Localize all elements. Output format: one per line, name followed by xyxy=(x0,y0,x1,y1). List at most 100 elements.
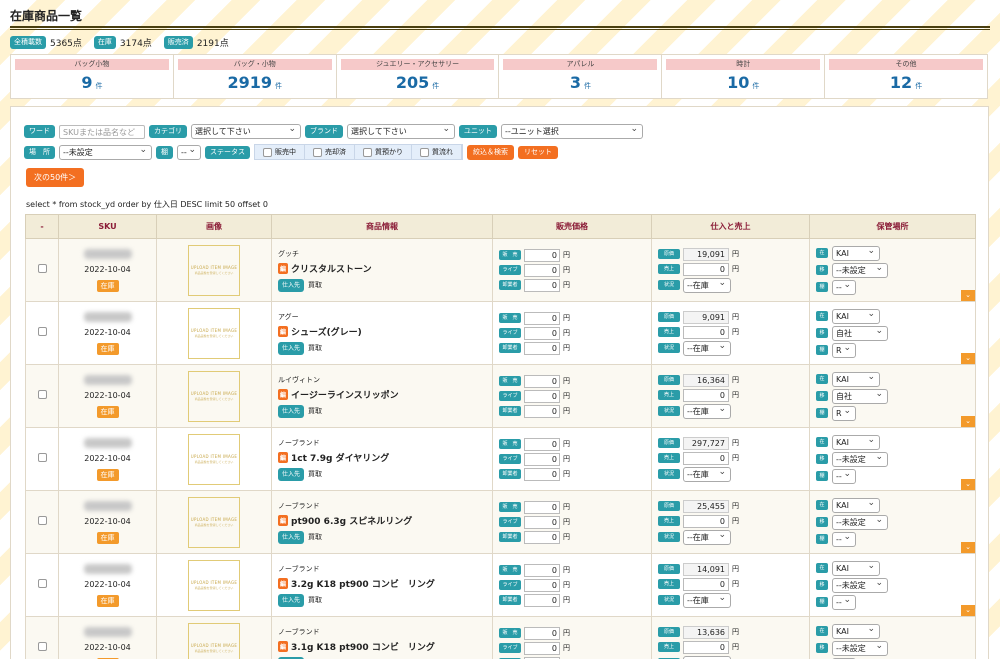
edit-badge[interactable]: 編 xyxy=(278,640,289,652)
move-select[interactable]: --未設定 xyxy=(832,640,888,656)
word-input[interactable]: SKUまたは品名など xyxy=(59,124,145,139)
row-shelf-select[interactable]: R xyxy=(832,405,856,421)
store-select[interactable]: KAI xyxy=(832,371,880,387)
row-checkbox[interactable] xyxy=(37,453,47,462)
edit-badge[interactable]: 編 xyxy=(278,514,289,526)
move-select[interactable]: --未設定 xyxy=(832,514,888,530)
checkbox[interactable] xyxy=(263,147,272,157)
sales-input[interactable]: 0 xyxy=(683,325,729,339)
sales-input[interactable]: 0 xyxy=(683,388,729,402)
price-input-sale[interactable]: 0 xyxy=(524,500,560,514)
price-input-live[interactable]: 0 xyxy=(524,452,560,466)
row-shelf-select[interactable]: R xyxy=(832,342,856,358)
place-select[interactable]: --未設定 xyxy=(59,144,152,160)
category-card[interactable]: その他 12 件 xyxy=(825,55,987,98)
move-select[interactable]: --未設定 xyxy=(832,262,888,278)
item-image-placeholder[interactable]: UPLOAD ITEM IMAGE 商品画像を登録してください xyxy=(188,307,240,359)
edit-badge[interactable]: 編 xyxy=(278,577,289,589)
price-input-wholesale[interactable]: 0 xyxy=(524,530,560,544)
move-select[interactable]: --未設定 xyxy=(832,451,888,467)
sales-input[interactable]: 0 xyxy=(683,577,729,591)
row-checkbox[interactable] xyxy=(37,642,47,651)
sales-input[interactable]: 0 xyxy=(683,451,729,465)
row-shelf-select[interactable]: -- xyxy=(832,594,856,610)
status-option[interactable]: 売却済 xyxy=(305,145,355,159)
row-checkbox[interactable] xyxy=(37,390,47,399)
move-select[interactable]: --未設定 xyxy=(832,577,888,593)
checkbox[interactable] xyxy=(363,147,372,157)
store-select[interactable]: KAI xyxy=(832,245,880,261)
edit-badge[interactable]: 編 xyxy=(278,388,289,400)
price-input-live[interactable]: 0 xyxy=(524,389,560,403)
expand-row-button[interactable]: ⌄ xyxy=(961,290,975,301)
status-option[interactable]: 販売中 xyxy=(255,145,305,159)
expand-row-button[interactable]: ⌄ xyxy=(961,542,975,553)
shelf-select[interactable]: -- xyxy=(177,144,201,160)
status-select[interactable]: --在庫 xyxy=(683,277,731,293)
item-image-placeholder[interactable]: UPLOAD ITEM IMAGE 商品画像を登録してください xyxy=(188,370,240,422)
checkbox[interactable] xyxy=(420,147,429,157)
unit-select[interactable]: --ユニット選択 xyxy=(501,124,643,139)
price-input-live[interactable]: 0 xyxy=(524,578,560,592)
store-select[interactable]: KAI xyxy=(832,497,880,513)
price-input-live[interactable]: 0 xyxy=(524,326,560,340)
expand-row-button[interactable]: ⌄ xyxy=(961,605,975,616)
item-image-placeholder[interactable]: UPLOAD ITEM IMAGE 商品画像を登録してください xyxy=(188,496,240,548)
category-card[interactable]: ジュエリー・アクセサリー 205 件 xyxy=(337,55,500,98)
expand-row-button[interactable]: ⌄ xyxy=(961,353,975,364)
price-input-live[interactable]: 0 xyxy=(524,515,560,529)
sales-input[interactable]: 0 xyxy=(683,262,729,276)
edit-badge[interactable]: 編 xyxy=(278,451,289,463)
item-image-placeholder[interactable]: UPLOAD ITEM IMAGE 商品画像を登録してください xyxy=(188,622,240,659)
row-checkbox[interactable] xyxy=(37,516,47,525)
store-select[interactable]: KAI xyxy=(832,434,880,450)
price-input-wholesale[interactable]: 0 xyxy=(524,278,560,292)
status-select[interactable]: --在庫 xyxy=(683,655,731,659)
brand-select[interactable]: 選択して下さい xyxy=(347,124,455,139)
price-input-sale[interactable]: 0 xyxy=(524,374,560,388)
move-select[interactable]: 自社 xyxy=(832,325,888,341)
status-select[interactable]: --在庫 xyxy=(683,592,731,608)
status-select[interactable]: --在庫 xyxy=(683,466,731,482)
item-image-placeholder[interactable]: UPLOAD ITEM IMAGE 商品画像を登録してください xyxy=(188,559,240,611)
edit-badge[interactable]: 編 xyxy=(278,325,289,337)
price-input-sale[interactable]: 0 xyxy=(524,626,560,640)
status-option[interactable]: 質流れ xyxy=(412,145,462,159)
price-input-wholesale[interactable]: 0 xyxy=(524,467,560,481)
status-select[interactable]: --在庫 xyxy=(683,403,731,419)
category-card[interactable]: バッグ・小物 2919 件 xyxy=(174,55,337,98)
expand-row-button[interactable]: ⌄ xyxy=(961,479,975,490)
price-input-sale[interactable]: 0 xyxy=(524,311,560,325)
category-card[interactable]: アパレル 3 件 xyxy=(499,55,663,98)
reset-button[interactable]: リセット xyxy=(518,145,558,159)
price-input-wholesale[interactable]: 0 xyxy=(524,404,560,418)
edit-badge[interactable]: 編 xyxy=(278,262,289,274)
status-select[interactable]: --在庫 xyxy=(683,340,731,356)
sales-input[interactable]: 0 xyxy=(683,514,729,528)
price-input-wholesale[interactable]: 0 xyxy=(524,341,560,355)
price-input-wholesale[interactable]: 0 xyxy=(524,593,560,607)
price-input-sale[interactable]: 0 xyxy=(524,248,560,262)
price-input-live[interactable]: 0 xyxy=(524,263,560,277)
price-input-sale[interactable]: 0 xyxy=(524,563,560,577)
row-checkbox[interactable] xyxy=(37,264,47,273)
store-select[interactable]: KAI xyxy=(832,308,880,324)
row-shelf-select[interactable]: -- xyxy=(832,531,856,547)
item-image-placeholder[interactable]: UPLOAD ITEM IMAGE 商品画像を登録してください xyxy=(188,433,240,485)
category-select[interactable]: 選択して下さい xyxy=(191,124,301,139)
store-select[interactable]: KAI xyxy=(832,560,880,576)
store-select[interactable]: KAI xyxy=(832,623,880,639)
row-shelf-select[interactable]: -- xyxy=(832,279,856,295)
row-checkbox[interactable] xyxy=(37,327,47,336)
item-image-placeholder[interactable]: UPLOAD ITEM IMAGE 商品画像を登録してください xyxy=(188,244,240,296)
row-shelf-select[interactable]: -- xyxy=(832,468,856,484)
status-select[interactable]: --在庫 xyxy=(683,529,731,545)
category-card[interactable]: 時計 10 件 xyxy=(662,55,826,98)
sales-input[interactable]: 0 xyxy=(683,640,729,654)
next-page-button[interactable]: 次の50件＞ xyxy=(26,168,85,187)
price-input-sale[interactable]: 0 xyxy=(524,437,560,451)
checkbox[interactable] xyxy=(313,147,322,157)
row-checkbox[interactable] xyxy=(37,579,47,588)
price-input-live[interactable]: 0 xyxy=(524,641,560,655)
move-select[interactable]: 自社 xyxy=(832,388,888,404)
